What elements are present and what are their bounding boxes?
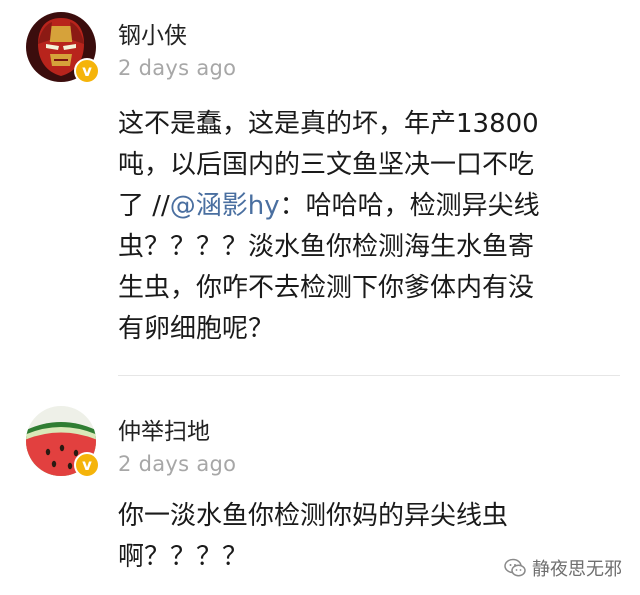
verified-badge-icon: v bbox=[74, 58, 100, 84]
timestamp: 2 days ago bbox=[118, 56, 237, 80]
comment-line: 有卵细胞呢？ bbox=[118, 314, 275, 344]
avatar-container[interactable]: v bbox=[26, 12, 100, 84]
comment-line-suffix: ：哈哈哈，检测异尖线 bbox=[279, 191, 540, 221]
comment-line: 虫？？？？淡水鱼你检测海生水鱼寄 bbox=[118, 232, 535, 262]
verified-badge-icon: v bbox=[74, 452, 100, 478]
wechat-official-account-icon bbox=[504, 558, 526, 578]
user-mention-link[interactable]: @涵影hy bbox=[170, 191, 280, 221]
comment-line: 了 //@涵影hy：哈哈哈，检测异尖线 bbox=[118, 186, 618, 227]
comment-line-prefix: 了 // bbox=[118, 191, 170, 221]
username[interactable]: 仲举扫地 bbox=[118, 412, 210, 446]
comment-line: 这不是蠢，这是真的坏，年产13800 bbox=[118, 109, 539, 139]
comment-line: 吨，以后国内的三文鱼坚决一口不吃 bbox=[118, 150, 535, 180]
comment-item: v 钢小侠 2 days ago 这不是蠢，这是真的坏，年产13800 吨，以后… bbox=[0, 0, 640, 376]
username[interactable]: 钢小侠 bbox=[118, 16, 187, 50]
comment-body: 这不是蠢，这是真的坏，年产13800 吨，以后国内的三文鱼坚决一口不吃 了 //… bbox=[118, 104, 618, 350]
avatar-container[interactable]: v bbox=[26, 406, 100, 478]
watermark-text: 静夜思无邪 bbox=[532, 559, 622, 580]
comment-line: 生虫，你咋不去检测下你爹体内有没 bbox=[118, 273, 535, 303]
comment-line: 你一淡水鱼你检测你妈的异尖线虫 bbox=[118, 501, 509, 531]
watermark: 静夜思无邪 bbox=[504, 555, 622, 581]
timestamp: 2 days ago bbox=[118, 452, 237, 476]
